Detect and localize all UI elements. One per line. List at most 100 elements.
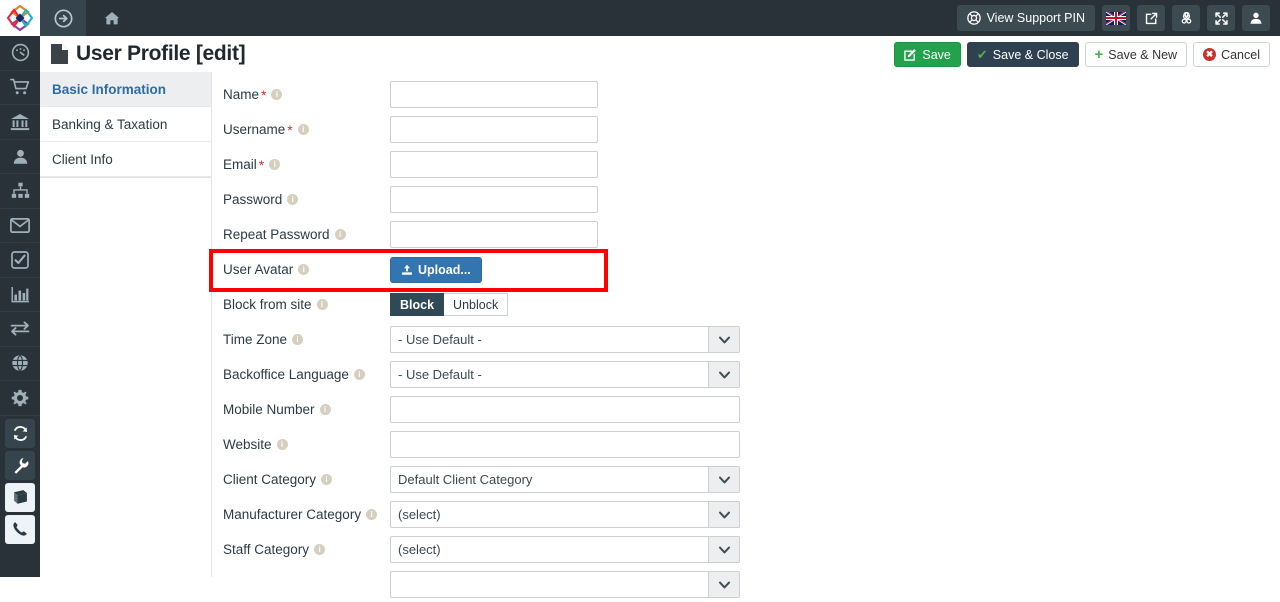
left-icon-rail — [0, 36, 40, 577]
form-label-text: Block from site — [223, 297, 312, 312]
user-menu-button[interactable] — [1242, 5, 1270, 31]
select-value-backoffice-language: - Use Default - — [398, 367, 482, 382]
info-icon[interactable]: i — [297, 124, 309, 135]
chevron-down-icon[interactable] — [708, 502, 739, 527]
cancel-button[interactable]: ✖ Cancel — [1193, 42, 1270, 67]
select-value-time-zone: - Use Default - — [398, 332, 482, 347]
rail-item-reports[interactable] — [0, 278, 40, 312]
form-row-backoffice-language: Backoffice Language i - Use Default - — [212, 357, 740, 392]
input-name[interactable] — [390, 81, 598, 108]
toggle-block-option[interactable]: Block — [390, 293, 445, 316]
nav-home-button[interactable] — [86, 0, 138, 36]
info-icon[interactable]: i — [319, 404, 331, 415]
close-circle-icon: ✖ — [1203, 48, 1217, 61]
required-asterisk: * — [258, 156, 265, 173]
rail-item-tasks[interactable] — [0, 243, 40, 278]
page-title: User Profile [edit] — [40, 42, 246, 66]
form-label-text: User Avatar — [223, 262, 294, 277]
view-support-pin-label: View Support PIN — [986, 11, 1085, 25]
save-and-close-button[interactable]: ✔ Save & Close — [966, 42, 1079, 67]
rail-item-web[interactable] — [0, 347, 40, 381]
content-area: Basic Information Banking & Taxation Cli… — [40, 72, 1280, 598]
info-icon[interactable]: i — [334, 229, 346, 240]
rail-item-settings[interactable] — [0, 381, 40, 416]
info-icon[interactable]: i — [269, 159, 281, 170]
input-website[interactable] — [390, 431, 740, 458]
form-row-block-from-site: Block from site i Block Unblock — [212, 287, 509, 322]
rail-item-shop[interactable] — [0, 71, 40, 105]
form-label-email: Email * i — [212, 157, 390, 172]
info-icon[interactable]: i — [276, 439, 288, 450]
phone-icon — [13, 522, 27, 536]
edit-save-icon — [904, 49, 917, 61]
select-time-zone[interactable]: - Use Default - — [390, 326, 740, 353]
tab-client-info[interactable]: Client Info — [40, 142, 211, 177]
input-repeat-password[interactable] — [390, 221, 598, 248]
rail-item-sync[interactable] — [5, 418, 35, 448]
rail-item-users[interactable] — [0, 140, 40, 174]
rail-item-transactions[interactable] — [0, 312, 40, 347]
upload-avatar-button[interactable]: Upload... — [390, 256, 482, 283]
rail-item-mail[interactable] — [0, 209, 40, 243]
info-icon[interactable]: i — [353, 369, 365, 380]
form-label-username: Username * i — [212, 122, 390, 137]
select-value-client-category: Default Client Category — [398, 472, 533, 487]
input-username[interactable] — [390, 116, 598, 143]
language-flag-button[interactable] — [1102, 5, 1130, 31]
rail-item-support[interactable] — [5, 514, 35, 544]
open-site-button[interactable] — [1137, 5, 1165, 31]
toggle-unblock-option[interactable]: Unblock — [444, 293, 509, 316]
app-logo[interactable] — [0, 0, 40, 36]
tab-basic-information[interactable]: Basic Information — [40, 72, 211, 107]
form-label-text: Manufacturer Category — [223, 507, 362, 522]
upload-icon — [401, 264, 413, 276]
form-label-text: Password — [223, 192, 283, 207]
joomla-button[interactable] — [1172, 5, 1200, 31]
form-row-username: Username * i — [212, 112, 598, 147]
check-square-icon — [11, 250, 29, 269]
chevron-down-icon[interactable] — [708, 537, 739, 562]
info-icon[interactable]: i — [298, 264, 310, 275]
nav-forward-button[interactable] — [40, 0, 86, 36]
input-password[interactable] — [390, 186, 598, 213]
info-icon[interactable]: i — [316, 299, 328, 310]
info-icon[interactable]: i — [287, 194, 299, 205]
globe-icon — [12, 355, 28, 372]
info-icon[interactable]: i — [292, 334, 304, 345]
info-icon[interactable]: i — [271, 89, 283, 100]
joomla-icon — [1181, 11, 1191, 24]
info-icon[interactable]: i — [321, 474, 333, 485]
input-email[interactable] — [390, 151, 598, 178]
bar-chart-icon — [10, 286, 29, 303]
chevron-down-icon[interactable] — [708, 467, 739, 492]
rail-item-dashboard[interactable] — [0, 36, 40, 71]
info-icon[interactable]: i — [314, 544, 326, 555]
diamond-logo-icon — [7, 5, 33, 31]
select-backoffice-language[interactable]: - Use Default - — [390, 361, 740, 388]
input-mobile-number[interactable] — [390, 396, 740, 423]
select-manufacturer-category[interactable]: (select) — [390, 501, 740, 528]
form-row-repeat-password: Repeat Password i — [212, 217, 598, 252]
chevron-down-icon[interactable] — [708, 327, 739, 352]
select-row[interactable] — [390, 571, 740, 598]
select-client-category[interactable]: Default Client Category — [390, 466, 740, 493]
rail-item-bank[interactable] — [0, 105, 40, 140]
save-and-new-button[interactable]: + Save & New — [1084, 42, 1188, 67]
view-support-pin-button[interactable]: View Support PIN — [956, 5, 1095, 31]
rail-item-tools[interactable] — [5, 450, 35, 480]
info-icon[interactable]: i — [366, 509, 378, 520]
form-label-text: Website — [223, 437, 272, 452]
rail-item-documentation[interactable] — [5, 482, 35, 512]
select-staff-category[interactable]: (select) — [390, 536, 740, 563]
chevron-down-icon[interactable] — [708, 572, 739, 597]
form-label-name: Name * i — [212, 87, 390, 102]
top-bar: View Support PIN — [0, 0, 1280, 36]
fullscreen-button[interactable] — [1207, 5, 1235, 31]
bank-icon — [10, 113, 30, 130]
user-icon — [1250, 12, 1262, 24]
save-button[interactable]: Save — [894, 42, 961, 67]
tab-banking-taxation[interactable]: Banking & Taxation — [40, 107, 211, 142]
rail-item-sitemap[interactable] — [0, 174, 40, 209]
chevron-down-icon[interactable] — [708, 362, 739, 387]
toggle-block-from-site: Block Unblock — [390, 293, 509, 316]
